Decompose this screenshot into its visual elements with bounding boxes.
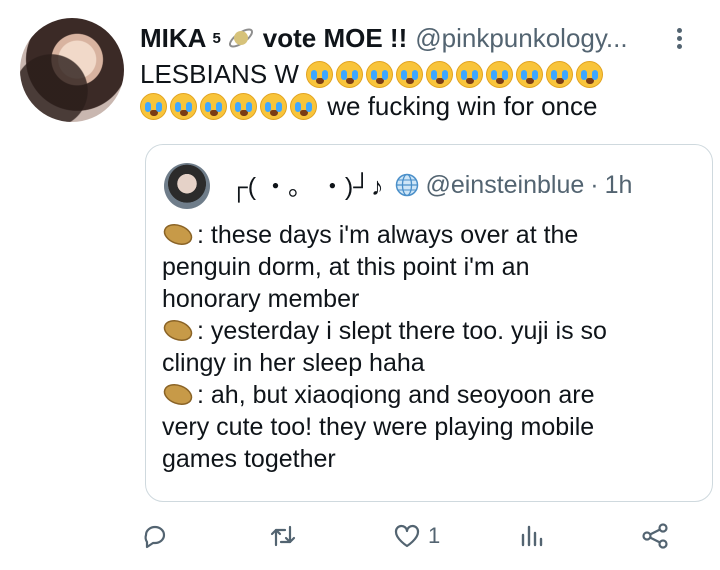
tweet-header: MIKA 5 vote MOE !! @pinkpunkology... [140,20,680,56]
planet-emoji-icon [228,28,253,48]
quoted-line: clingy in her sleep haha [162,349,425,377]
quoted-line: games together [162,445,336,473]
quoted-avatar[interactable] [164,163,210,209]
crying-emoji-group [140,91,320,121]
like-button[interactable]: 1 [392,516,440,556]
tweet-text-start: LESBIANS W [140,59,299,89]
crying-face-emoji-icon [290,93,317,120]
quoted-time[interactable]: 1h [605,171,633,200]
crying-face-emoji-icon [200,93,227,120]
potato-icon [163,320,193,341]
name-superscript: 5 [212,29,221,47]
author-avatar[interactable] [20,18,124,122]
retweet-button[interactable] [268,516,298,556]
more-options-icon[interactable] [672,26,686,54]
share-icon [642,523,668,549]
crying-face-emoji-icon [456,61,484,88]
separator-dot: · [590,170,599,199]
crying-face-emoji-icon [486,61,514,88]
crying-face-emoji-icon [366,61,394,88]
quoted-line: : these days i'm always over at the [162,219,702,251]
crying-face-emoji-icon [260,93,287,120]
like-count: 1 [428,523,441,548]
tweet-text-end: we fucking win for once [327,91,598,121]
globe-icon [396,173,419,197]
crying-face-emoji-icon [336,61,364,88]
heart-icon [394,524,420,548]
tweet-text: LESBIANS W we fucking win for once [140,58,700,122]
crying-face-emoji-icon [306,61,334,88]
quoted-line: penguin dorm, at this point i'm an [162,253,530,281]
crying-face-emoji-icon [140,93,167,120]
crying-face-emoji-icon [546,61,574,88]
author-handle[interactable]: @pinkpunkology... [415,23,627,54]
crying-face-emoji-icon [396,61,424,88]
quoted-line: : yesterday i slept there too. yuji is s… [162,315,702,347]
crying-face-emoji-icon [170,93,197,120]
quoted-display-name[interactable]: ┌( ・。 ・)┘♪ [230,167,383,203]
quoted-handle[interactable]: @einsteinblue [425,171,584,200]
quoted-line: honorary member [162,285,360,313]
potato-icon [163,384,193,405]
reply-button[interactable] [140,516,170,556]
quoted-line: very cute too! they were playing mobile [162,413,595,441]
retweet-icon [270,525,296,547]
tweet-line-2: we fucking win for once [140,90,700,122]
analytics-icon [521,525,543,547]
quoted-header: ┌( ・。 ・)┘♪ @einsteinblue · 1h [230,167,632,203]
action-bar: 1 [0,516,720,560]
tweet-line-1: LESBIANS W [140,58,700,90]
reply-icon [144,525,166,549]
crying-face-emoji-icon [230,93,257,120]
crying-face-emoji-icon [576,61,604,88]
quoted-tweet[interactable]: ┌( ・。 ・)┘♪ @einsteinblue · 1h : these da… [145,144,713,502]
display-name[interactable]: MIKA [140,23,206,54]
share-button[interactable] [640,516,670,556]
crying-face-emoji-icon [516,61,544,88]
name-suffix: vote MOE !! [262,22,408,53]
analytics-button[interactable] [516,516,546,556]
crying-face-emoji-icon [426,61,454,88]
quoted-line: : ah, but xiaoqiong and seoyoon are [162,379,702,411]
quoted-text: : these days i'm always over at the peng… [162,219,702,475]
potato-icon [163,224,193,245]
crying-emoji-group [306,59,606,89]
